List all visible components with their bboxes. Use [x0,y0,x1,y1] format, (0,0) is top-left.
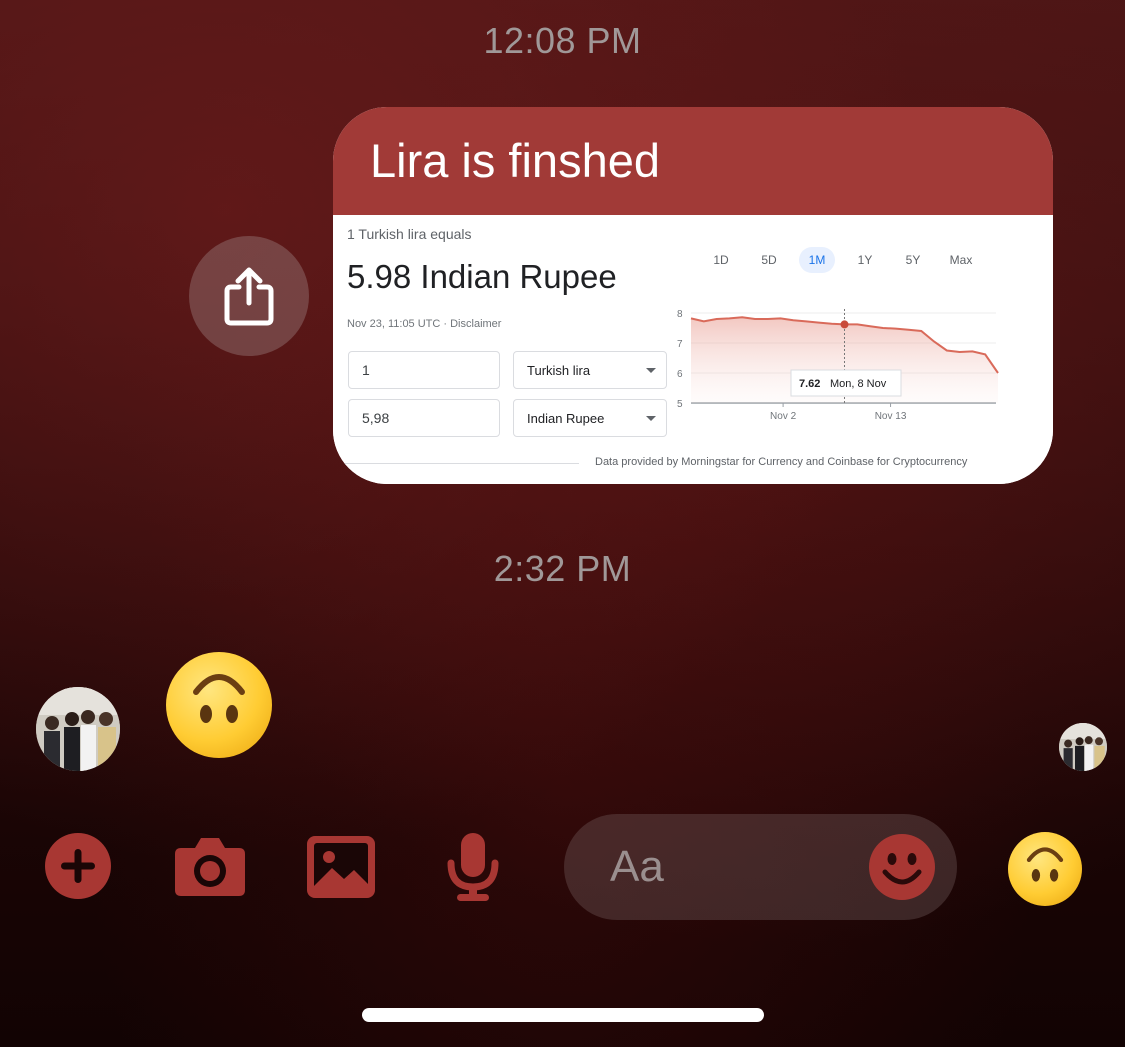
quick-reaction-button[interactable] [1008,832,1082,906]
group-photo-icon [1059,723,1107,771]
y-tick-label: 5 [677,399,683,410]
voice-button[interactable] [443,833,503,901]
message-bubble[interactable]: Lira is finshed 1 Turkish lira equals 5.… [333,107,1053,484]
camera-icon [175,838,245,896]
range-tab-active[interactable]: 1M [799,247,835,273]
read-receipt-avatar [1059,723,1107,771]
amount-from-field[interactable]: 1 [348,351,500,389]
emoji-message[interactable] [166,652,272,758]
caret-down-icon [646,368,656,373]
range-tab[interactable]: 5D [751,247,787,273]
amount-to-field[interactable]: 5,98 [348,399,500,437]
rate-chart[interactable]: 8 7 6 5 Nov 2 Nov 13 7.62 Mon, 8 Nov [673,295,1013,425]
message-text: Lira is finshed [333,107,1053,215]
currency-card[interactable]: 1 Turkish lira equals 5.98 Indian Rupee … [333,215,1053,484]
currency-to-value: Indian Rupee [527,410,605,426]
upside-down-face-icon [1026,847,1064,882]
share-button[interactable] [189,236,309,356]
photo-icon [307,836,375,898]
message-input-placeholder: Aa [610,842,664,891]
add-button[interactable] [45,833,111,899]
upside-down-face-icon [193,674,245,723]
avatar[interactable] [36,687,120,771]
card-date: Nov 23, 11:05 UTC · Disclaimer [347,318,502,330]
camera-button[interactable] [173,836,247,898]
range-tab[interactable]: 5Y [895,247,931,273]
y-tick-label: 7 [677,339,683,350]
amount-to-value: 5,98 [362,410,390,426]
smiley-icon [869,834,935,900]
microphone-icon [447,833,499,901]
tooltip-date: Mon, 8 Nov [830,378,887,390]
tooltip-value: 7.62 [799,378,820,390]
timestamp: 12:08 PM [483,20,642,61]
chart-tooltip: 7.62 Mon, 8 Nov [790,369,902,397]
home-indicator[interactable] [362,1008,764,1022]
currency-from-select[interactable]: Turkish lira [513,351,667,389]
amount-from-value: 1 [362,362,370,378]
card-heading: 1 Turkish lira equals [347,226,472,242]
share-icon [224,267,274,326]
y-tick-label: 8 [677,309,683,320]
conversion-result: 5.98 Indian Rupee [347,258,617,295]
range-tab[interactable]: 1Y [847,247,883,273]
data-source-note: Data provided by Morningstar for Currenc… [595,456,968,468]
x-tick-label: Nov 2 [770,411,797,422]
range-tabs: 1D 5D 1M 1Y 5Y Max [703,247,991,273]
chart-highlight-point [840,320,849,329]
timestamp: 2:32 PM [493,548,632,589]
currency-to-select[interactable]: Indian Rupee [513,399,667,437]
caret-down-icon [646,416,656,421]
range-tab[interactable]: 1D [703,247,739,273]
y-tick-label: 6 [677,369,683,380]
message-input[interactable]: Aa [564,814,957,920]
currency-from-value: Turkish lira [527,362,591,378]
range-tab[interactable]: Max [943,247,979,273]
divider [343,463,579,464]
x-tick-label: Nov 13 [875,411,907,422]
plus-icon [45,833,111,899]
emoji-button[interactable] [869,834,935,900]
group-photo-icon [36,687,120,771]
gallery-button[interactable] [307,836,375,898]
